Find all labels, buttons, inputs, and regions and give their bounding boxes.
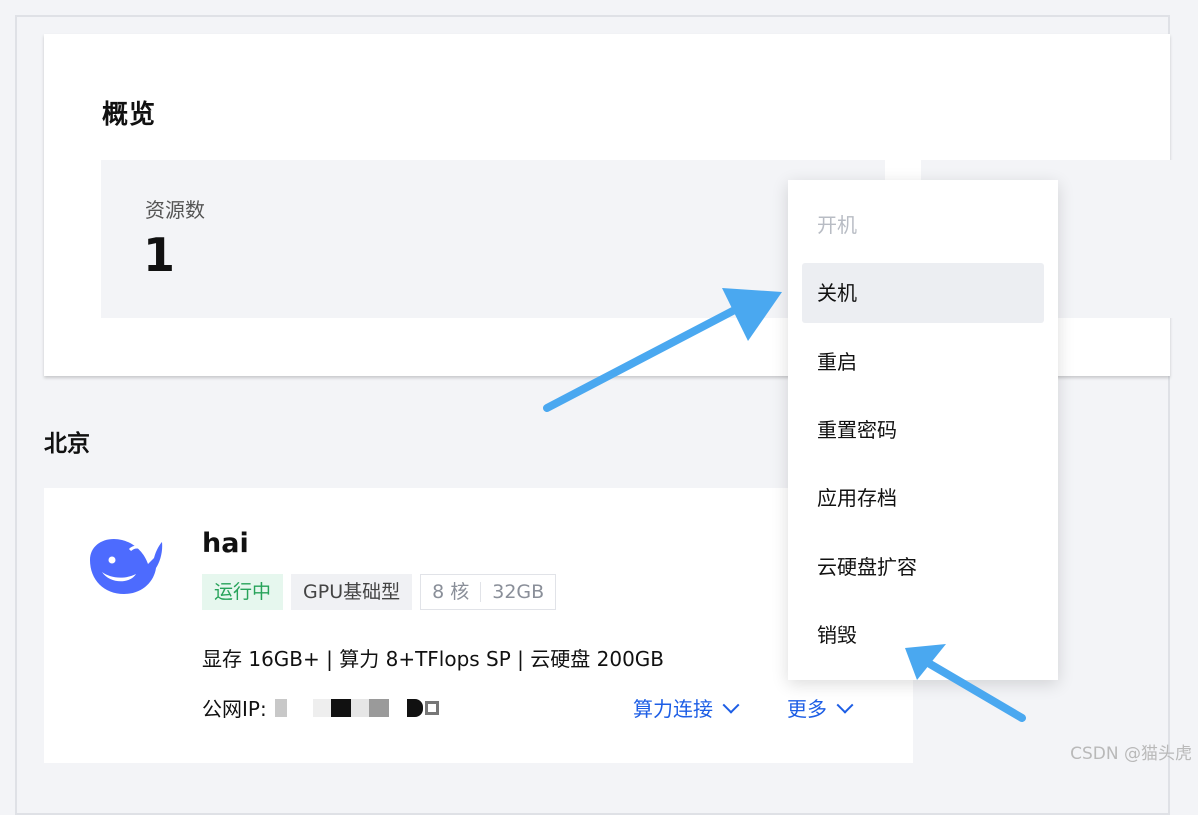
more-dropdown[interactable]: 更多 (787, 693, 854, 722)
menu-item-destroy[interactable]: 销毁 (802, 605, 1044, 665)
compute-connect-label: 算力连接 (633, 697, 713, 721)
public-ip-redacted (273, 698, 439, 717)
menu-item-power-on[interactable]: 开机 (802, 195, 1044, 255)
public-ip-label: 公网IP: (202, 697, 267, 721)
resource-count-panel: 资源数 1 (101, 160, 885, 318)
memory-size: 32GB (492, 581, 545, 603)
overview-title: 概览 (102, 100, 157, 130)
resource-count-label: 资源数 (145, 198, 205, 222)
menu-item-power-off[interactable]: 关机 (802, 263, 1044, 323)
region-title: 北京 (44, 431, 90, 457)
instance-spec-badge: 8 核 32GB (420, 574, 557, 610)
more-label: 更多 (787, 697, 827, 721)
more-dropdown-menu: 开机 关机 重启 重置密码 应用存档 云硬盘扩容 销毁 (788, 180, 1058, 680)
deepseek-whale-icon (90, 538, 163, 594)
menu-item-reset-password[interactable]: 重置密码 (802, 400, 1044, 460)
public-ip-row: 公网IP: (202, 693, 439, 722)
instance-specs: 显存 16GB+ | 算力 8+TFlops SP | 云硬盘 200GB (202, 647, 665, 671)
instance-tags: 运行中 GPU基础型 8 核 32GB (202, 574, 557, 610)
chevron-down-icon (722, 696, 740, 714)
chevron-down-icon (836, 696, 854, 714)
instance-card[interactable]: hai 运行中 GPU基础型 8 核 32GB 显存 16GB+ | 算力 8+… (44, 488, 913, 763)
menu-item-restart[interactable]: 重启 (802, 332, 1044, 392)
instance-name[interactable]: hai (202, 528, 249, 559)
status-badge: 运行中 (202, 574, 284, 610)
instance-type-badge: GPU基础型 (291, 574, 413, 610)
cpu-cores: 8 核 (432, 581, 470, 603)
watermark: CSDN @猫头虎 (1070, 744, 1192, 764)
compute-connect-dropdown[interactable]: 算力连接 (633, 693, 740, 722)
menu-item-app-archive[interactable]: 应用存档 (802, 468, 1044, 528)
resource-count-value: 1 (143, 228, 176, 282)
menu-item-disk-expand[interactable]: 云硬盘扩容 (802, 537, 1044, 597)
